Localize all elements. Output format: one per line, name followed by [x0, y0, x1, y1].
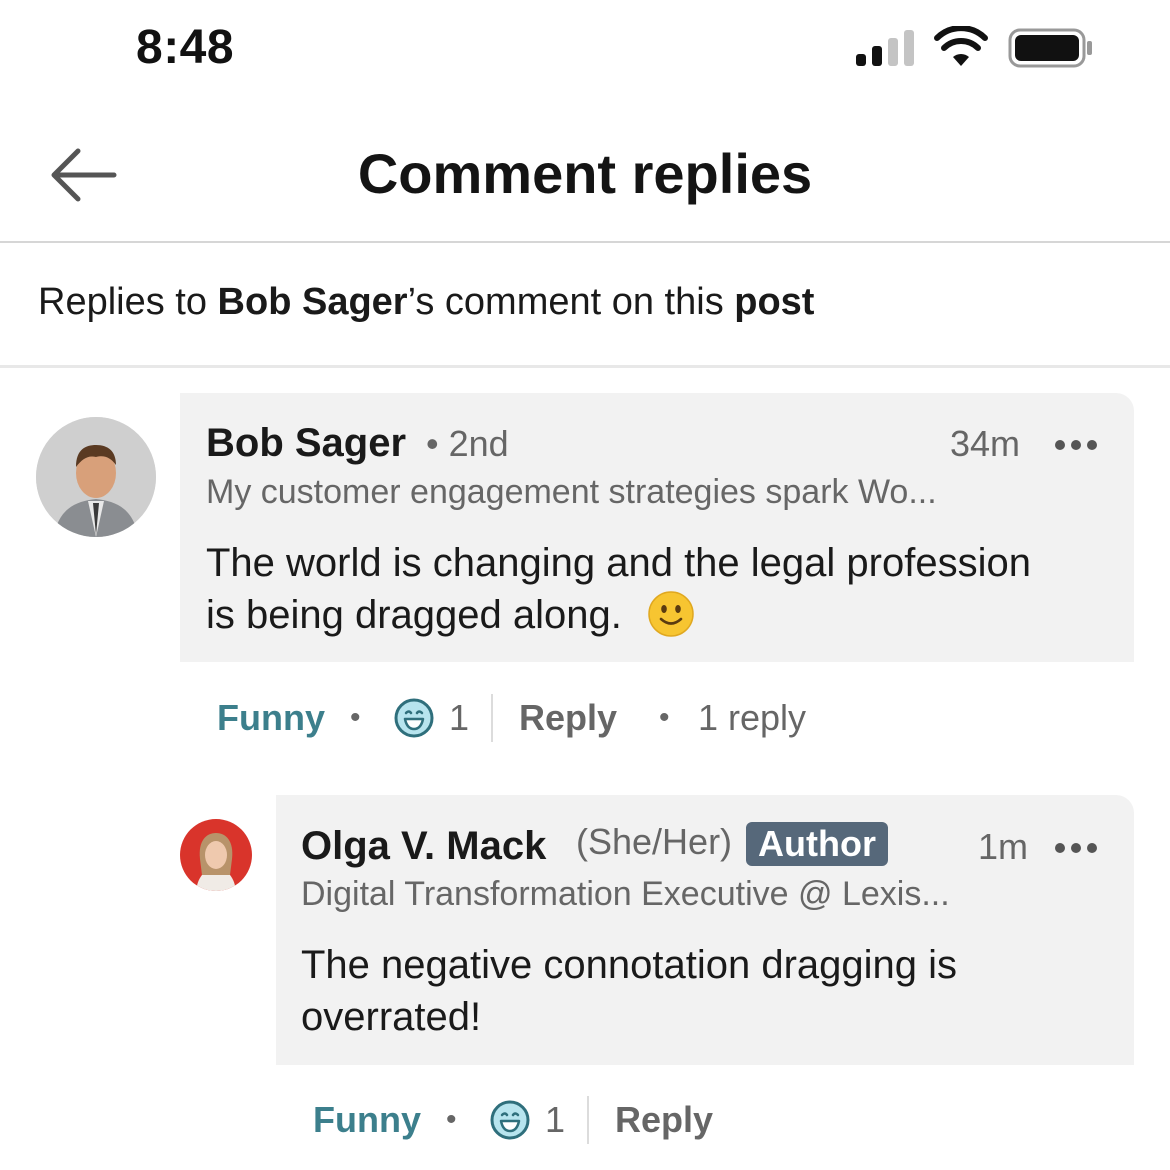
author-badge: Author — [746, 822, 889, 866]
comment-line: The world is changing and the legal prof… — [206, 541, 1031, 585]
author-headline: My customer engagement strategies spark … — [206, 473, 937, 511]
separator-dot: • — [659, 701, 670, 734]
battery-icon — [1008, 28, 1092, 68]
profile-photo-icon — [180, 819, 252, 891]
status-time: 8:48 — [136, 21, 235, 74]
more-options-icon[interactable] — [1055, 440, 1097, 452]
reaction-button[interactable]: Funny — [313, 1090, 421, 1150]
comment-text: The negative connotation dragging is ove… — [301, 939, 1121, 1043]
context-text: Replies to Bob Sager’s comment on this p… — [38, 281, 814, 324]
divider — [491, 694, 493, 742]
author-pronouns: (She/Her) Author — [576, 821, 889, 867]
laughing-face-icon[interactable] — [394, 698, 434, 738]
comment-bubble: Bob Sager • 2nd 34m My customer engageme… — [180, 393, 1134, 662]
divider — [587, 1096, 589, 1144]
author-name[interactable]: Olga V. Mack — [301, 824, 546, 869]
author-headline: Digital Transformation Executive @ Lexis… — [301, 875, 950, 913]
smiling-face-emoji — [648, 591, 694, 637]
cellular-signal-icon — [856, 30, 914, 66]
header: Comment replies — [0, 105, 1170, 243]
context-banner: Replies to Bob Sager’s comment on this p… — [0, 245, 1170, 368]
commenter-link[interactable]: Bob Sager — [218, 281, 408, 323]
connection-degree: • 2nd — [426, 423, 509, 464]
separator-dot: • — [350, 701, 361, 734]
comment-line: is being dragged along. — [206, 589, 1116, 641]
timestamp: 34m — [950, 423, 1021, 464]
comment-line-text: is being dragged along. — [206, 593, 622, 637]
comment-bubble: Olga V. Mack (She/Her) Author 1m Digital … — [276, 795, 1134, 1065]
comment-actions: Funny • 1 Reply • 1 reply — [217, 688, 917, 748]
comment-line: overrated! — [301, 995, 482, 1039]
laughing-face-icon[interactable] — [490, 1100, 530, 1140]
more-options-icon[interactable] — [1055, 843, 1097, 855]
avatar[interactable] — [180, 819, 252, 891]
context-middle: ’s comment on this — [407, 281, 735, 323]
status-bar: 8:48 — [0, 0, 1170, 100]
post-link[interactable]: post — [734, 281, 814, 323]
comment-actions: Funny • 1 Reply — [313, 1090, 913, 1150]
pronouns-text: (She/Her) — [576, 821, 733, 862]
comment-line: The negative connotation dragging is — [301, 943, 958, 987]
page-title: Comment replies — [357, 142, 813, 205]
reaction-count[interactable]: 1 — [449, 688, 469, 748]
reaction-button[interactable]: Funny — [217, 688, 325, 748]
reaction-count[interactable]: 1 — [545, 1090, 565, 1150]
separator-dot: • — [446, 1103, 457, 1136]
timestamp: 1m — [978, 826, 1029, 867]
avatar[interactable] — [36, 417, 156, 537]
reply-button[interactable]: Reply — [519, 688, 617, 748]
reply-button[interactable]: Reply — [615, 1090, 713, 1150]
profile-photo-icon — [36, 417, 156, 537]
comment-text: The world is changing and the legal prof… — [206, 537, 1116, 641]
context-prefix: Replies to — [38, 281, 218, 323]
replies-count[interactable]: 1 reply — [698, 688, 806, 748]
wifi-icon — [934, 26, 988, 66]
author-name[interactable]: Bob Sager — [206, 421, 406, 466]
